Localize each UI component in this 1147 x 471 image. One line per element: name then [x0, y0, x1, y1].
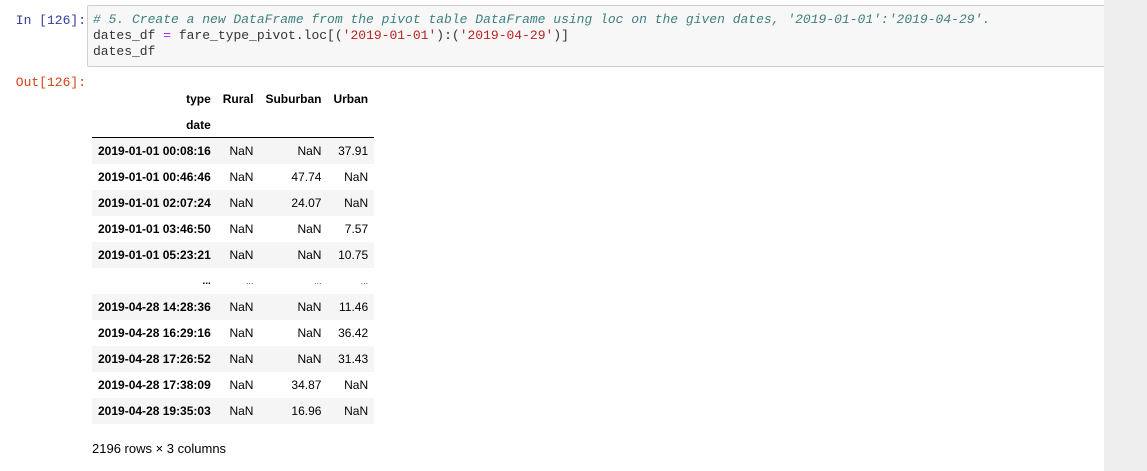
- cell-urban: 37.91: [338, 144, 369, 158]
- code-comment: # 5. Create a new DataFrame from the piv…: [93, 12, 991, 27]
- code-call-end: )]: [553, 28, 569, 43]
- cell-urban: NaN: [344, 196, 369, 210]
- code-string-end-date: '2019-04-29': [459, 28, 554, 43]
- cell-rural: NaN: [229, 170, 254, 184]
- cell-rural: NaN: [229, 326, 254, 340]
- columns-header-row: type Rural Suburban Urban: [92, 86, 374, 112]
- table-row: 2019-01-01 00:46:46 NaN 47.74 NaN: [92, 164, 375, 190]
- dataframe-shape-text: 2196 rows × 3 columns: [92, 441, 227, 456]
- code-editor[interactable]: # 5. Create a new DataFrame from the piv…: [87, 5, 1109, 67]
- cell-suburban: NaN: [297, 300, 322, 314]
- table-row: 2019-04-28 14:28:36 NaN NaN 11.46: [92, 294, 375, 320]
- cell-suburban: NaN: [297, 144, 322, 158]
- index-header-blank: [327, 112, 375, 138]
- cell-suburban: 34.87: [291, 378, 322, 392]
- row-index: 2019-04-28 17:26:52: [98, 352, 211, 366]
- cell-suburban: NaN: [297, 248, 322, 262]
- column-header-suburban: Suburban: [265, 92, 322, 106]
- cell-suburban: 24.07: [291, 196, 322, 210]
- cell-urban: 10.75: [338, 248, 369, 262]
- cell-rural: NaN: [229, 248, 254, 262]
- input-prompt: In [126]:: [15, 13, 86, 28]
- code-line-2: dates_df = fare_type_pivot.loc[('2019-01…: [93, 28, 569, 44]
- row-index: 2019-01-01 00:08:16: [98, 144, 211, 158]
- row-index: 2019-04-28 17:38:09: [98, 378, 211, 392]
- cell-rural: NaN: [229, 222, 254, 236]
- code-line-3: dates_df: [93, 44, 156, 59]
- table-row: 2019-04-28 17:38:09 NaN 34.87 NaN: [92, 372, 375, 398]
- row-index: 2019-01-01 03:46:50: [98, 222, 211, 236]
- index-name-header: date: [92, 112, 217, 138]
- code-variable: dates_df: [93, 28, 164, 43]
- code-slice-separator: ):(: [436, 28, 460, 43]
- notebook-page: In [126]: # 5. Create a new DataFrame fr…: [0, 0, 1147, 471]
- cell-urban: 7.57: [344, 222, 369, 236]
- cell-urban: NaN: [344, 378, 369, 392]
- cell-rural: ...: [245, 276, 254, 286]
- table-row: 2019-04-28 19:35:03 NaN 16.96 NaN: [92, 398, 375, 424]
- row-index: 2019-04-28 14:28:36: [98, 300, 211, 314]
- table-row: 2019-04-28 17:26:52 NaN NaN 31.43: [92, 346, 375, 372]
- code-line-1: # 5. Create a new DataFrame from the piv…: [93, 12, 990, 28]
- ellipsis-row: ... ... ... ...: [92, 268, 375, 294]
- index-header-blank: [216, 112, 260, 138]
- row-index: 2019-01-01 02:07:24: [98, 196, 211, 210]
- cell-rural: NaN: [229, 352, 254, 366]
- cell-suburban: NaN: [297, 326, 322, 340]
- table-header: type Rural Suburban Urban date: [92, 86, 375, 138]
- row-index: ...: [202, 275, 211, 287]
- table-row: 2019-01-01 03:46:50 NaN NaN 7.57: [92, 216, 375, 242]
- cell-rural: NaN: [229, 196, 254, 210]
- columns-name-header: type: [186, 92, 211, 106]
- column-header-urban: Urban: [333, 92, 369, 106]
- code-call-start: fare_type_pivot.loc[(: [171, 28, 343, 43]
- cell-urban: ...: [360, 276, 369, 286]
- code-string-start-date: '2019-01-01': [342, 28, 437, 43]
- row-index: 2019-01-01 00:46:46: [98, 170, 211, 184]
- row-index: 2019-01-01 05:23:21: [98, 248, 211, 262]
- cell-rural: NaN: [229, 404, 254, 418]
- cell-urban: 11.46: [338, 300, 369, 314]
- cell-rural: NaN: [229, 300, 254, 314]
- row-index: 2019-04-28 16:29:16: [98, 326, 211, 340]
- code-operator: =: [163, 28, 172, 43]
- cell-urban: 36.42: [338, 326, 369, 340]
- cell-suburban: ...: [313, 276, 322, 286]
- cell-suburban: NaN: [297, 222, 322, 236]
- cell-suburban: 16.96: [291, 404, 322, 418]
- table-row: 2019-01-01 02:07:24 NaN 24.07 NaN: [92, 190, 375, 216]
- cell-urban: 31.43: [338, 352, 369, 366]
- row-index: 2019-04-28 19:35:03: [98, 404, 211, 418]
- cell-suburban: 47.74: [291, 170, 322, 184]
- notebook-side-gutter: [1104, 0, 1147, 471]
- column-header-rural: Rural: [222, 92, 254, 106]
- table-row: 2019-04-28 16:29:16 NaN NaN 36.42: [92, 320, 375, 346]
- cell-suburban: NaN: [297, 352, 322, 366]
- index-header-row: date: [92, 112, 375, 138]
- cell-rural: NaN: [229, 378, 254, 392]
- cell-rural: NaN: [229, 144, 254, 158]
- dataframe-table: type Rural Suburban Urban date 2019-01-0…: [92, 86, 375, 424]
- table-row: 2019-01-01 05:23:21 NaN NaN 10.75: [92, 242, 375, 268]
- cell-urban: NaN: [344, 170, 369, 184]
- cell-urban: NaN: [344, 404, 369, 418]
- table-row: 2019-01-01 00:08:16 NaN NaN 37.91: [92, 137, 375, 164]
- output-prompt: Out[126]:: [15, 75, 86, 90]
- table-body: 2019-01-01 00:08:16 NaN NaN 37.91 2019-0…: [92, 137, 375, 424]
- index-header-blank: [259, 112, 328, 138]
